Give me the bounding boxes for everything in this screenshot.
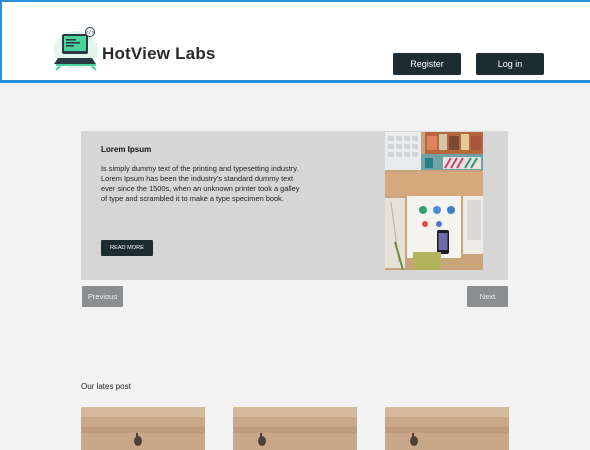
- post-thumbnail-photo[interactable]: [233, 407, 357, 450]
- register-button[interactable]: Register: [393, 53, 461, 75]
- latest-posts-title: Our lates post: [81, 382, 131, 391]
- read-more-button[interactable]: READ MORE: [101, 240, 153, 256]
- svg-text:</>: </>: [85, 30, 94, 36]
- previous-button[interactable]: Previous: [82, 286, 123, 307]
- site-header: </> HotView Labs Register Log in: [0, 0, 590, 83]
- brand-name[interactable]: HotView Labs: [102, 44, 216, 64]
- hero-slide: Lorem Ipsum Is simply dummy text of the …: [81, 131, 508, 280]
- post-thumbnail-photo[interactable]: [385, 407, 509, 450]
- laptop-code-logo-icon[interactable]: </>: [52, 26, 100, 72]
- login-button[interactable]: Log in: [476, 53, 544, 75]
- slide-title: Lorem Ipsum: [101, 145, 152, 154]
- next-button[interactable]: Next: [467, 286, 508, 307]
- desk-workspace-photo: [385, 132, 483, 270]
- slide-text: Is simply dummy text of the printing and…: [101, 164, 300, 203]
- post-thumbnail-photo[interactable]: [81, 407, 205, 450]
